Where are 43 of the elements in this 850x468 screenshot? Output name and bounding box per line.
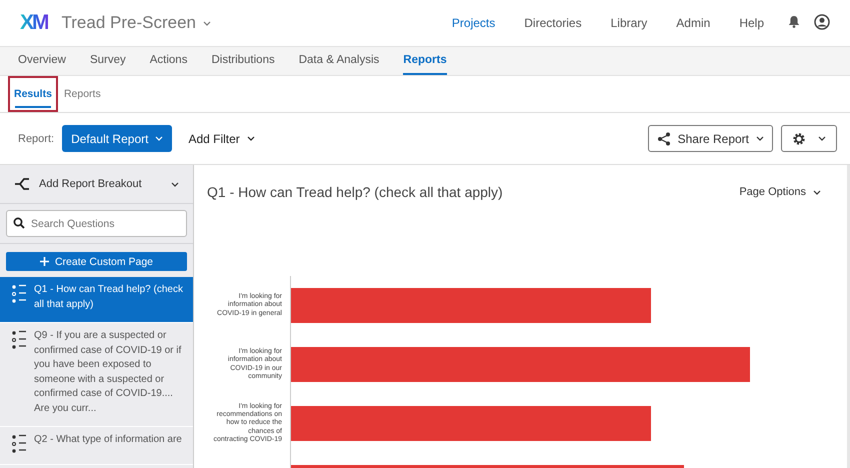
search-field[interactable]: Search Questions (6, 210, 187, 237)
nav-link[interactable]: Directories (524, 16, 582, 30)
sub-tab[interactable]: Results (8, 76, 58, 112)
user-avatar-icon[interactable] (814, 14, 830, 30)
add-report-breakout-button[interactable]: Add Report Breakout (0, 165, 193, 204)
create-custom-page-button[interactable]: Create Custom Page (6, 252, 187, 271)
multiple-choice-icon (12, 434, 27, 454)
nav-tab[interactable]: Overview (18, 47, 78, 75)
nav-tab[interactable]: Data & Analysis (298, 47, 392, 75)
nav-tab[interactable]: Distributions (211, 47, 287, 75)
sub-tab[interactable]: Reports (58, 76, 107, 112)
plus-icon (40, 257, 49, 266)
caret-icon (155, 136, 164, 141)
add-filter-button[interactable]: Add Filter (182, 130, 261, 146)
share-report-button[interactable]: Share Report (648, 125, 773, 152)
question-list-item[interactable]: Q2 - What type of information are (0, 427, 193, 465)
report-label: Report: (18, 132, 54, 144)
multiple-choice-icon (12, 330, 27, 350)
settings-button[interactable] (781, 125, 837, 152)
caret-icon (171, 182, 179, 186)
bell-icon[interactable] (788, 15, 800, 28)
caret-icon (813, 190, 821, 194)
question-list-item[interactable]: Q9 - If you are a suspected or confirmed case of COVID-19 or if you have been exposed to someone with a suspected or confirmed case of COVID-19.... Are you curr... (0, 323, 193, 427)
question-list-item[interactable]: Q1 - How can Tread help? (check all that apply) (0, 277, 193, 323)
caret-icon (756, 136, 764, 141)
page-options-button[interactable]: Page Options (739, 186, 821, 198)
project-title[interactable]: Tread Pre-Screen (62, 13, 211, 33)
caret-icon (818, 136, 826, 141)
caret-icon (202, 20, 211, 26)
share-icon (656, 132, 671, 146)
nav-link[interactable]: Help (739, 16, 764, 30)
caret-icon (246, 136, 255, 141)
nav-tab[interactable]: Reports (403, 47, 447, 75)
nav-link[interactable]: Admin (676, 16, 710, 30)
nav-link[interactable]: Projects (452, 16, 496, 30)
report-dropdown[interactable]: Default Report (62, 125, 172, 152)
nav-tab[interactable]: Actions (150, 47, 200, 75)
page-title: Q1 - How can Tread help? (check all that apply) (207, 184, 504, 200)
settings-icon (792, 132, 806, 146)
nav-link[interactable]: Library (610, 16, 648, 30)
nav-tab[interactable]: Survey (90, 47, 138, 75)
branch-icon (14, 177, 30, 191)
multiple-choice-icon (12, 284, 27, 304)
